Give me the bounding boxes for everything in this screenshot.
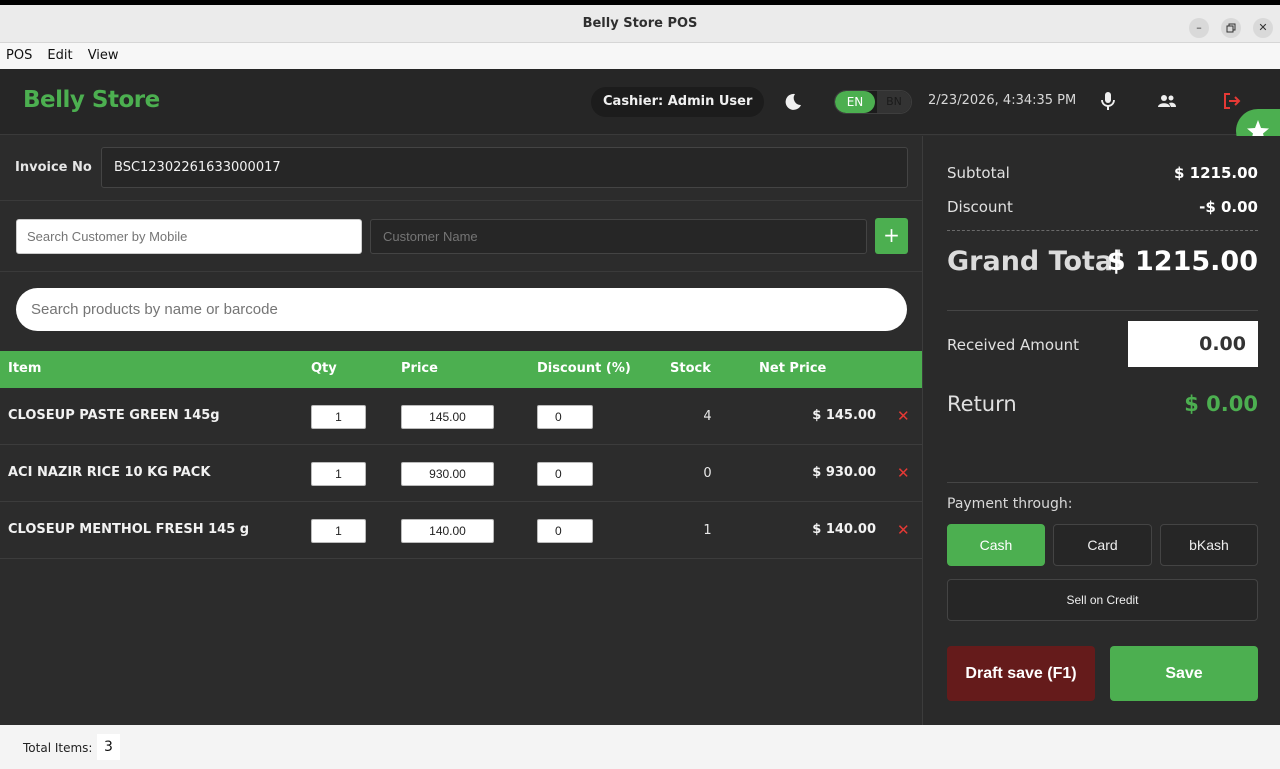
menu-view[interactable]: View	[88, 43, 119, 63]
price-input[interactable]	[401, 462, 494, 486]
payment-cash-button[interactable]: Cash	[947, 524, 1045, 566]
lang-en-option[interactable]: EN	[835, 91, 875, 113]
received-amount-input[interactable]	[1128, 321, 1258, 367]
product-search-row	[0, 273, 922, 351]
qty-input[interactable]	[311, 462, 366, 486]
header-price: Price	[401, 361, 438, 376]
cart-table-header: Item Qty Price Discount (%) Stock Net Pr…	[0, 351, 922, 388]
stock-value: 4	[703, 409, 712, 424]
dashed-divider	[947, 230, 1258, 231]
received-amount-label: Received Amount	[947, 336, 1079, 354]
invoice-row: Invoice No BSC12302261633000017	[0, 136, 922, 201]
total-items-label: Total Items:	[23, 741, 93, 755]
grand-total-value: $ 1215.00	[1106, 246, 1258, 277]
subtotal-label: Subtotal	[947, 164, 1010, 182]
discount-input[interactable]	[537, 462, 593, 486]
payment-label: Payment through:	[947, 496, 1073, 512]
payment-card-button[interactable]: Card	[1053, 524, 1152, 566]
product-search-input[interactable]	[16, 288, 907, 331]
divider	[947, 310, 1258, 311]
net-price-value: $ 145.00	[812, 408, 876, 423]
item-name: CLOSEUP MENTHOL FRESH 145 g	[8, 522, 250, 537]
menu-pos[interactable]: POS	[6, 43, 32, 63]
header-discount: Discount (%)	[537, 361, 631, 376]
remove-item-icon[interactable]: ✕	[897, 407, 910, 425]
save-button[interactable]: Save	[1110, 646, 1258, 701]
summary-panel: Subtotal $ 1215.00 Discount -$ 0.00 Gran…	[922, 136, 1280, 725]
remove-item-icon[interactable]: ✕	[897, 521, 910, 539]
cart-panel: Invoice No BSC12302261633000017 + Item Q…	[0, 136, 922, 725]
item-name: ACI NAZIR RICE 10 KG PACK	[8, 465, 211, 480]
add-customer-button[interactable]: +	[875, 218, 908, 254]
header-item: Item	[8, 361, 42, 376]
remove-item-icon[interactable]: ✕	[897, 464, 910, 482]
menu-edit[interactable]: Edit	[47, 43, 72, 63]
return-value: $ 0.00	[1184, 392, 1258, 416]
net-price-value: $ 140.00	[812, 522, 876, 537]
table-row: CLOSEUP MENTHOL FRESH 145 g 1 $ 140.00 ✕	[0, 502, 922, 559]
window-titlebar: Belly Store POS – ✕	[0, 5, 1280, 43]
close-icon[interactable]: ✕	[1253, 18, 1273, 38]
price-input[interactable]	[401, 519, 494, 543]
pos-app: Belly Store Cashier: Admin User EN BN 2/…	[0, 69, 1280, 725]
customer-row: +	[0, 202, 922, 272]
subtotal-value: $ 1215.00	[1174, 164, 1258, 182]
divider	[947, 482, 1258, 483]
discount-value: -$ 0.00	[1199, 198, 1258, 216]
qty-input[interactable]	[311, 519, 366, 543]
brand-logo: Belly Store	[23, 87, 160, 113]
minimize-icon[interactable]: –	[1189, 18, 1209, 38]
window-title: Belly Store POS	[582, 16, 698, 31]
status-bar: Total Items: 3	[0, 725, 1280, 769]
moon-icon[interactable]	[782, 91, 804, 113]
table-row: CLOSEUP PASTE GREEN 145g 4 $ 145.00 ✕	[0, 388, 922, 445]
net-price-value: $ 930.00	[812, 465, 876, 480]
total-items-count: 3	[97, 734, 120, 760]
lang-bn-option[interactable]: BN	[877, 91, 911, 113]
discount-label: Discount	[947, 198, 1013, 216]
invoice-number-field[interactable]: BSC12302261633000017	[101, 147, 908, 188]
menu-bar: POS Edit View	[0, 43, 1280, 69]
sell-on-credit-button[interactable]: Sell on Credit	[947, 579, 1258, 621]
header-net-price: Net Price	[759, 361, 827, 376]
grand-total-label: Grand Total	[947, 246, 1123, 277]
payment-bkash-button[interactable]: bKash	[1160, 524, 1258, 566]
price-input[interactable]	[401, 405, 494, 429]
customer-mobile-search-input[interactable]	[16, 219, 362, 254]
stock-value: 0	[703, 466, 712, 481]
header-qty: Qty	[311, 361, 337, 376]
table-row: ACI NAZIR RICE 10 KG PACK 0 $ 930.00 ✕	[0, 445, 922, 502]
item-name: CLOSEUP PASTE GREEN 145g	[8, 408, 220, 423]
draft-save-button[interactable]: Draft save (F1)	[947, 646, 1095, 701]
microphone-icon[interactable]	[1097, 90, 1119, 112]
return-label: Return	[947, 392, 1017, 416]
stock-value: 1	[703, 523, 712, 538]
language-toggle[interactable]: EN BN	[834, 90, 912, 114]
datetime-display: 2/23/2026, 4:34:35 PM	[928, 93, 1077, 108]
invoice-label: Invoice No	[15, 160, 92, 175]
top-bar: Belly Store Cashier: Admin User EN BN 2/…	[0, 69, 1280, 153]
users-icon[interactable]	[1156, 90, 1178, 112]
cashier-badge: Cashier: Admin User	[591, 87, 765, 117]
header-stock: Stock	[670, 361, 711, 376]
discount-input[interactable]	[537, 519, 593, 543]
qty-input[interactable]	[311, 405, 366, 429]
customer-name-input[interactable]	[370, 219, 867, 254]
restore-icon[interactable]	[1221, 18, 1241, 38]
discount-input[interactable]	[537, 405, 593, 429]
